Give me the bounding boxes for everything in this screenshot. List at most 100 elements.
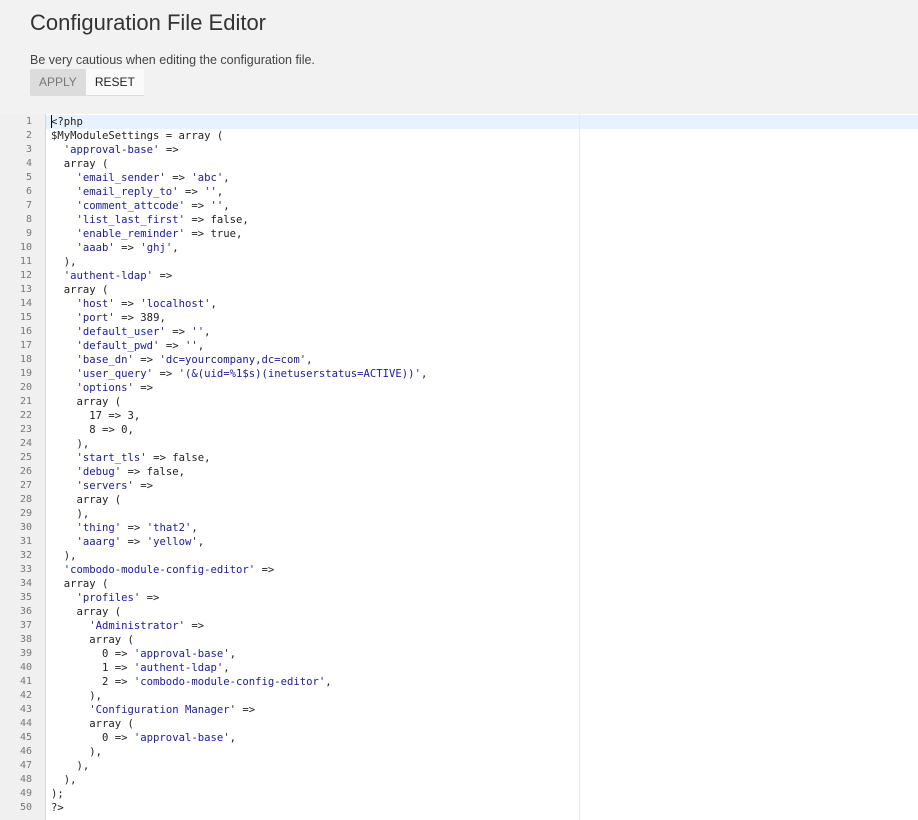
line-number: 11 xyxy=(19,256,32,267)
code-line[interactable]: array ( xyxy=(46,157,918,171)
code-line[interactable]: 17 => 3, xyxy=(46,409,918,423)
line-number: 49 xyxy=(19,788,32,799)
code-line[interactable]: 'thing' => 'that2', xyxy=(46,521,918,535)
code-line[interactable]: 1 => 'authent-ldap', xyxy=(46,661,918,675)
line-number: 13 xyxy=(19,284,32,295)
code-line[interactable]: array ( xyxy=(46,605,918,619)
apply-button[interactable]: APPLY xyxy=(30,69,86,96)
code-line[interactable]: array ( xyxy=(46,283,918,297)
code-line[interactable]: ), xyxy=(46,549,918,563)
line-number: 7 xyxy=(25,200,32,211)
code-line[interactable]: 'Configuration Manager' => xyxy=(46,703,918,717)
code-line[interactable]: ), xyxy=(46,437,918,451)
code-line[interactable]: 'start_tls' => false, xyxy=(46,451,918,465)
code-line[interactable]: ), xyxy=(46,255,918,269)
code-line[interactable]: <?php xyxy=(46,115,918,129)
code-line[interactable]: array ( xyxy=(46,493,918,507)
line-number: 6 xyxy=(25,186,32,197)
line-number: 24 xyxy=(19,438,32,449)
code-line[interactable]: 0 => 'approval-base', xyxy=(46,647,918,661)
code-line[interactable]: 'email_sender' => 'abc', xyxy=(46,171,918,185)
line-number: 43 xyxy=(19,704,32,715)
line-number: 48 xyxy=(19,774,32,785)
code-line[interactable]: 'combodo-module-config-editor' => xyxy=(46,563,918,577)
line-number: 29 xyxy=(19,508,32,519)
line-number: 50 xyxy=(19,802,32,813)
code-line[interactable]: ), xyxy=(46,507,918,521)
line-number: 42 xyxy=(19,690,32,701)
line-number: 16 xyxy=(19,326,32,337)
code-line[interactable]: 8 => 0, xyxy=(46,423,918,437)
code-line[interactable]: 'approval-base' => xyxy=(46,143,918,157)
line-number: 12 xyxy=(19,270,32,281)
code-line[interactable]: array ( xyxy=(46,633,918,647)
line-number: 44 xyxy=(19,718,32,729)
line-number: 19 xyxy=(19,368,32,379)
warning-text: Be very cautious when editing the config… xyxy=(30,53,315,67)
code-line[interactable]: 0 => 'approval-base', xyxy=(46,731,918,745)
code-line[interactable]: ), xyxy=(46,759,918,773)
code-line[interactable]: 'debug' => false, xyxy=(46,465,918,479)
code-editor[interactable]: 1 2 3 4 5 6 7 8 9 10 11 12 13 14 15 16 17 18 19 20 21 22 23 24 2… xyxy=(0,114,918,820)
toolbar: APPLY RESET xyxy=(30,69,144,96)
line-number: 41 xyxy=(19,676,32,687)
code-line[interactable]: 'default_pwd' => '', xyxy=(46,339,918,353)
code-line[interactable]: 2 => 'combodo-module-config-editor', xyxy=(46,675,918,689)
line-number-gutter: 1 2 3 4 5 6 7 8 9 10 11 12 13 14 15 16 17 18 19 20 21 22 23 24 2… xyxy=(0,114,46,820)
line-number: 38 xyxy=(19,634,32,645)
line-number: 31 xyxy=(19,536,32,547)
line-number: 46 xyxy=(19,746,32,757)
code-line[interactable]: 'aaab' => 'ghj', xyxy=(46,241,918,255)
page-header: Configuration File Editor Be very cautio… xyxy=(0,0,918,114)
code-line[interactable]: ?> xyxy=(46,801,918,815)
code-line[interactable]: 'aaarg' => 'yellow', xyxy=(46,535,918,549)
reset-button[interactable]: RESET xyxy=(85,69,144,96)
page-title: Configuration File Editor xyxy=(30,10,267,35)
line-number: 9 xyxy=(25,228,32,239)
code-line[interactable]: 'comment_attcode' => '', xyxy=(46,199,918,213)
line-number: 22 xyxy=(19,410,32,421)
code-line[interactable]: 'profiles' => xyxy=(46,591,918,605)
line-number: 4 xyxy=(25,158,32,169)
code-line[interactable]: 'list_last_first' => false, xyxy=(46,213,918,227)
code-line[interactable]: ); xyxy=(46,787,918,801)
code-line[interactable]: array ( xyxy=(46,717,918,731)
code-line[interactable]: $MyModuleSettings = array ( xyxy=(46,129,918,143)
code-area[interactable]: <?php $MyModuleSettings = array ( 'approv… xyxy=(46,114,918,820)
code-line[interactable]: 'user_query' => '(&(uid=%1$s)(inetuserst… xyxy=(46,367,918,381)
line-number: 3 xyxy=(25,144,32,155)
code-line[interactable]: 'email_reply_to' => '', xyxy=(46,185,918,199)
line-number: 45 xyxy=(19,732,32,743)
line-number: 26 xyxy=(19,466,32,477)
line-number: 28 xyxy=(19,494,32,505)
line-number: 34 xyxy=(19,578,32,589)
code-line[interactable]: 'enable_reminder' => true, xyxy=(46,227,918,241)
code-line[interactable]: 'options' => xyxy=(46,381,918,395)
line-number: 40 xyxy=(19,662,32,673)
print-margin xyxy=(579,114,580,820)
line-number: 37 xyxy=(19,620,32,631)
line-number: 2 xyxy=(25,130,32,141)
code-line[interactable]: 'authent-ldap' => xyxy=(46,269,918,283)
line-number: 5 xyxy=(25,172,32,183)
line-number: 27 xyxy=(19,480,32,491)
line-number: 14 xyxy=(19,298,32,309)
code-line[interactable]: ), xyxy=(46,773,918,787)
code-line[interactable]: 'host' => 'localhost', xyxy=(46,297,918,311)
code-line[interactable]: 'servers' => xyxy=(46,479,918,493)
code-line[interactable]: ), xyxy=(46,745,918,759)
code-line[interactable]: 'Administrator' => xyxy=(46,619,918,633)
line-number: 18 xyxy=(19,354,32,365)
line-number: 35 xyxy=(19,592,32,603)
code-line[interactable]: ), xyxy=(46,689,918,703)
code-line[interactable]: 'base_dn' => 'dc=yourcompany,dc=com', xyxy=(46,353,918,367)
code-line[interactable]: 'default_user' => '', xyxy=(46,325,918,339)
line-number: 30 xyxy=(19,522,32,533)
line-number: 8 xyxy=(25,214,32,225)
code-line[interactable]: array ( xyxy=(46,577,918,591)
line-number: 25 xyxy=(19,452,32,463)
code-line[interactable]: array ( xyxy=(46,395,918,409)
code-line[interactable]: 'port' => 389, xyxy=(46,311,918,325)
line-number: 39 xyxy=(19,648,32,659)
line-number: 33 xyxy=(19,564,32,575)
